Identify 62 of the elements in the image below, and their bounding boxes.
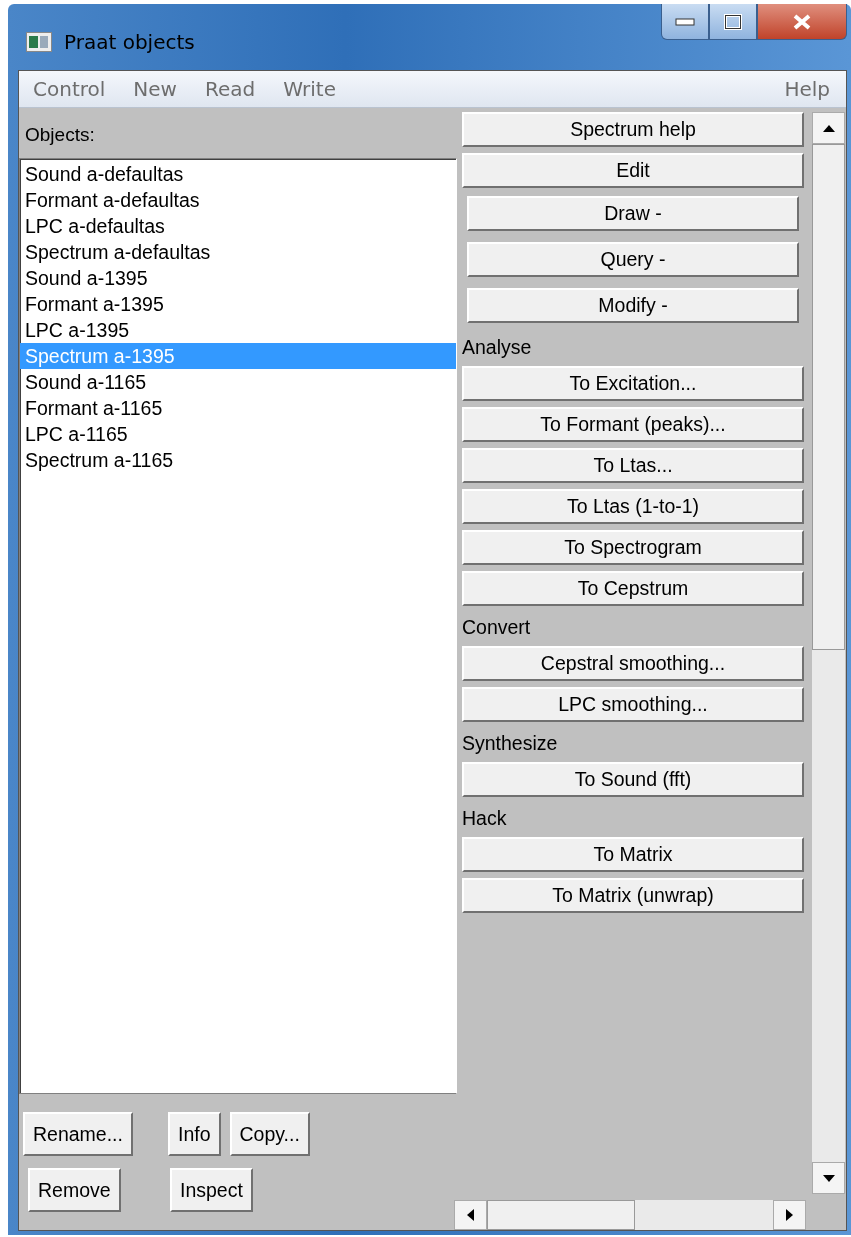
list-item[interactable]: Spectrum a-defaultas xyxy=(20,239,456,265)
window-title: Praat objects xyxy=(64,30,195,54)
menu-button[interactable]: Draw - xyxy=(467,196,799,231)
action-button[interactable]: To Cepstrum xyxy=(462,571,804,606)
menu-button[interactable]: Modify - xyxy=(467,288,799,323)
menu-item[interactable]: Control xyxy=(33,77,106,101)
list-item[interactable]: Formant a-defaultas xyxy=(20,187,456,213)
action-button[interactable]: To Matrix (unwrap) xyxy=(462,878,804,913)
action-button[interactable]: To Ltas (1-to-1) xyxy=(462,489,804,524)
minimize-button[interactable] xyxy=(661,4,709,40)
minimize-icon xyxy=(675,17,695,26)
section-label: Hack xyxy=(462,806,508,831)
button[interactable]: Remove xyxy=(28,1168,121,1212)
right-arrow-icon xyxy=(786,1209,793,1221)
list-item[interactable]: Sound a-defaultas xyxy=(20,161,456,187)
menu-button[interactable]: Query - xyxy=(467,242,799,277)
list-label: Objects: xyxy=(24,123,96,146)
action-button[interactable]: To Ltas... xyxy=(462,448,804,483)
list-item[interactable]: Sound a-1395 xyxy=(20,265,456,291)
section-label: Analyse xyxy=(462,335,533,360)
horizontal-scrollbar[interactable] xyxy=(454,1200,806,1230)
menu-item[interactable]: Help xyxy=(784,77,830,101)
vertical-scrollbar[interactable] xyxy=(812,112,845,1194)
button[interactable]: Info xyxy=(168,1112,221,1156)
down-arrow-icon xyxy=(822,1174,835,1182)
menu-item[interactable]: Write xyxy=(283,77,336,101)
up-arrow-icon xyxy=(822,124,835,132)
scroll-up-button[interactable] xyxy=(812,112,845,144)
action-button[interactable]: To Sound (fft) xyxy=(462,762,804,797)
list-item[interactable]: LPC a-1165 xyxy=(20,421,456,447)
list-item[interactable]: LPC a-defaultas xyxy=(20,213,456,239)
action-button[interactable]: LPC smoothing... xyxy=(462,687,804,722)
menu-item[interactable]: Read xyxy=(204,77,256,101)
action-button[interactable]: To Formant (peaks)... xyxy=(462,407,804,442)
close-button[interactable] xyxy=(757,4,847,40)
action-button[interactable]: Spectrum help xyxy=(462,112,804,147)
action-button[interactable]: Edit xyxy=(462,153,804,188)
action-button[interactable]: To Spectrogram xyxy=(462,530,804,565)
list-item[interactable]: Sound a-1165 xyxy=(20,369,456,395)
menu-item[interactable]: New xyxy=(133,77,177,101)
close-icon xyxy=(792,13,812,30)
scroll-down-button[interactable] xyxy=(812,1162,845,1194)
scroll-right-button[interactable] xyxy=(773,1200,806,1230)
list-item[interactable]: LPC a-1395 xyxy=(20,317,456,343)
button[interactable]: Inspect xyxy=(170,1168,253,1212)
action-button[interactable]: To Matrix xyxy=(462,837,804,872)
list-item[interactable]: Formant a-1165 xyxy=(20,395,456,421)
maximize-icon xyxy=(724,13,742,30)
list-item[interactable]: Formant a-1395 xyxy=(20,291,456,317)
scroll-left-button[interactable] xyxy=(454,1200,487,1230)
left-arrow-icon xyxy=(467,1209,474,1221)
action-button[interactable]: Cepstral smoothing... xyxy=(462,646,804,681)
scroll-thumb[interactable] xyxy=(487,1200,635,1230)
section-label: Synthesize xyxy=(462,731,559,756)
button[interactable]: Rename... xyxy=(23,1112,133,1156)
window-icon xyxy=(26,32,52,52)
action-button[interactable]: To Excitation... xyxy=(462,366,804,401)
section-label: Convert xyxy=(462,615,532,640)
list-item[interactable]: Spectrum a-1165 xyxy=(20,447,456,473)
scroll-thumb[interactable] xyxy=(812,144,845,650)
maximize-button[interactable] xyxy=(709,4,757,40)
button[interactable]: Copy... xyxy=(229,1112,310,1156)
